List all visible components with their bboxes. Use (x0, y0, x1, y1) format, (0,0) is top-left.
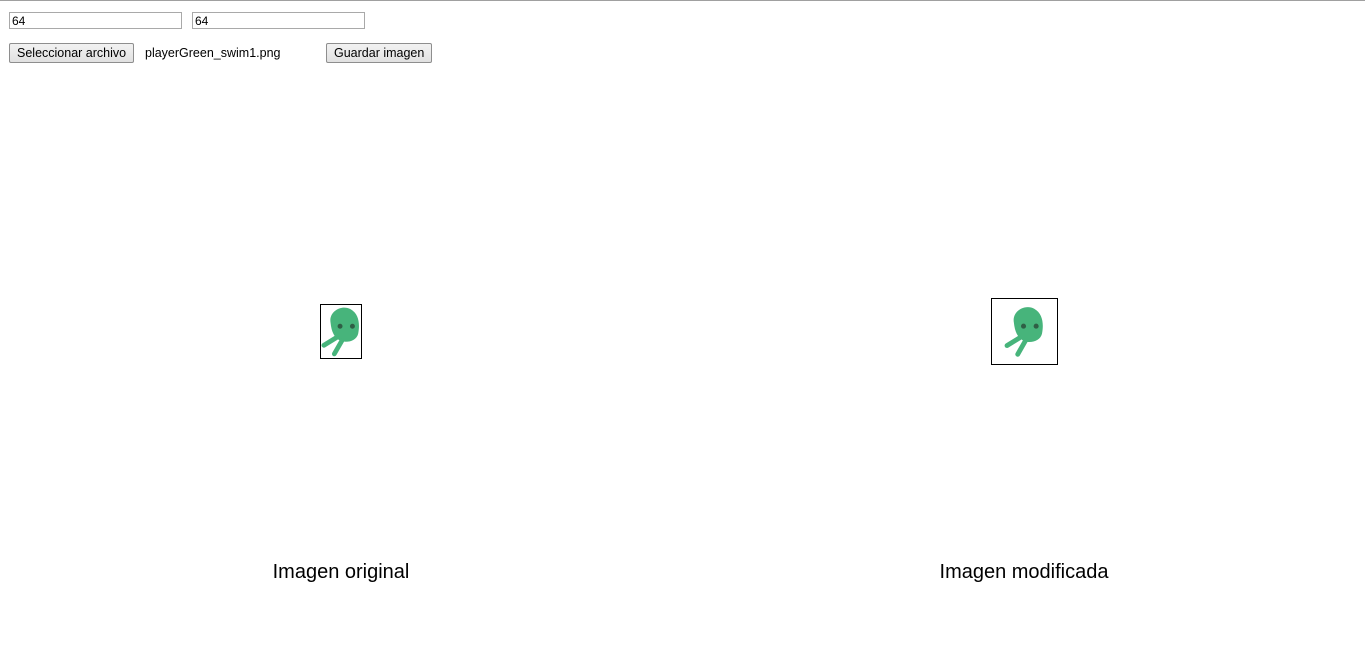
selected-file-name: playerGreen_swim1.png (145, 46, 281, 60)
original-image (320, 304, 362, 359)
height-input[interactable] (192, 12, 365, 29)
top-divider (0, 0, 1365, 1)
select-file-button[interactable]: Seleccionar archivo (9, 43, 135, 63)
modified-image-caption: Imagen modificada (939, 561, 1109, 583)
original-image-caption: Imagen original (272, 561, 410, 583)
green-swimmer-sprite-icon (321, 307, 359, 357)
modified-image (991, 298, 1058, 365)
green-swimmer-sprite-icon (1004, 307, 1043, 357)
save-image-button[interactable]: Guardar imagen (326, 43, 433, 63)
width-input[interactable] (9, 12, 182, 29)
